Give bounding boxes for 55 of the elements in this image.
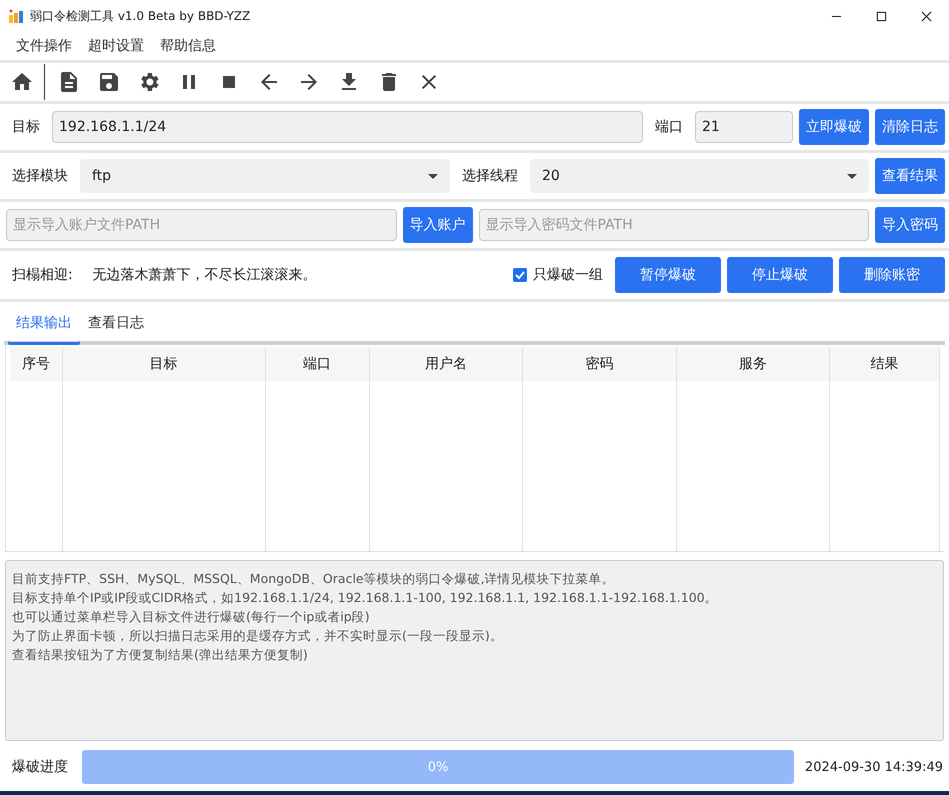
target-field[interactable]: 192.168.1.1/24 [52,111,643,143]
tab[interactable]: 结果输出 [8,310,80,345]
save-icon[interactable] [99,72,119,92]
log-line: 目前支持FTP、SSH、MySQL、MSSQL、MongoDB、Oracle等模块的弱口令爆破,详情见模块下拉菜单。 [12,570,616,588]
action-button[interactable]: 清除日志 [875,109,945,145]
timestamp: 2024-09-30 14:39:49 [804,760,943,774]
threads-label: 选择线程 [461,167,519,185]
checkbox-label: 只爆破一组 [533,266,603,284]
settings-icon[interactable] [139,72,159,92]
column-header[interactable]: 服务 [676,347,830,381]
tab[interactable]: 查看日志 [80,310,152,341]
progress-reading: 0% [428,760,448,774]
column-header[interactable]: 密码 [523,347,677,381]
target-label: 目标 [11,118,41,136]
arrow-left-icon[interactable] [259,72,279,92]
welcome-message: 无边落木萧萧下，不尽长江滚滚来。 [92,266,317,284]
download-icon[interactable] [339,72,359,92]
caret-icon [847,174,857,178]
checkbox[interactable] [513,268,527,282]
log-line: 也可以通过菜单栏导入目标文件进行爆破(每行一个ip或者ip段) [12,608,371,626]
import-passwords-button[interactable]: 导入密码 [875,207,945,243]
caret-icon [428,174,438,178]
window-title: 弱口令检测工具 v1.0 Beta by BBD-YZZ [30,8,252,24]
log-line: 为了防止界面卡顿，所以扫描日志采用的是缓存方式，并不实时显示(一段一段显示)。 [12,627,504,645]
module-dropdown[interactable]: ftp [80,159,450,193]
trash-icon[interactable] [379,72,399,92]
arrow-right-icon[interactable] [299,72,319,92]
column-header[interactable]: 端口 [266,347,370,381]
column-header[interactable]: 用户名 [370,347,524,381]
action-button[interactable]: 删除账密 [839,257,945,293]
account-path-field[interactable]: 显示导入账户文件PATH [6,209,396,241]
log-line: 目标支持单个IP或IP段或CIDR格式，如192.168.1.1/24, 192.168.1.1-100, 192.168.1.1, 192.168.1.1-192.168.1.100。 [12,589,719,607]
action-button[interactable]: 暂停爆破 [615,257,721,293]
import-accounts-button[interactable]: 导入账户 [402,207,472,243]
welcome-label: 扫榻相迎: [11,266,74,284]
password-path-field[interactable]: 显示导入密码文件PATH [478,209,869,241]
action-button[interactable]: 停止爆破 [727,257,833,293]
column-header[interactable]: 结果 [830,347,940,381]
threads-dropdown[interactable]: 20 [530,159,869,193]
action-button[interactable]: 立即爆破 [799,109,869,145]
module-label: 选择模块 [11,167,69,185]
menu-item[interactable]: 文件操作 [8,37,80,55]
close-icon[interactable] [419,72,439,92]
log-line: 查看结果按钮为了方便复制结果(弹出结果方便复制) [12,646,309,664]
menu-item[interactable]: 超时设置 [80,37,152,55]
port-field[interactable]: 21 [695,111,793,143]
document-icon[interactable] [59,72,79,92]
column-header[interactable]: 目标 [62,347,266,381]
port-label: 端口 [654,118,684,136]
menu-item[interactable]: 帮助信息 [152,37,224,55]
home-icon[interactable] [12,72,32,92]
progress-label: 爆破进度 [11,758,69,776]
app-icon [8,8,24,24]
column-header[interactable]: 序号 [10,347,62,381]
view-results-button[interactable]: 查看结果 [875,158,945,194]
